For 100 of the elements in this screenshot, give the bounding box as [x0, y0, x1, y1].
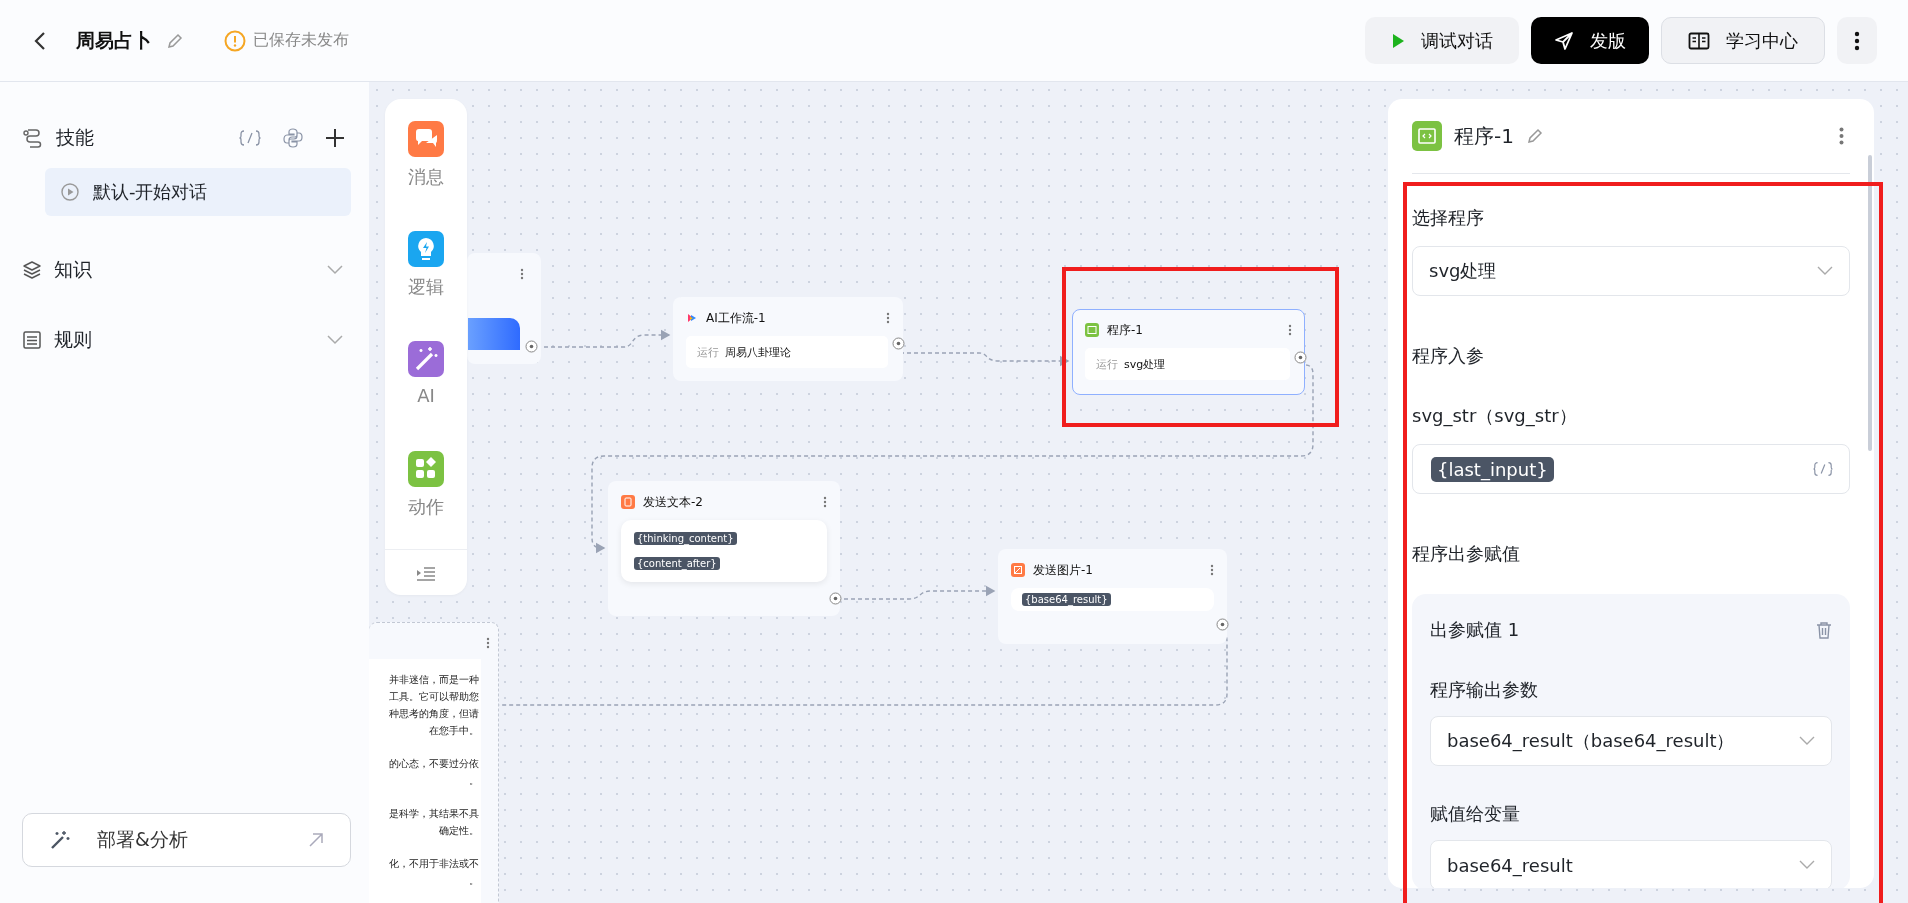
plus-icon[interactable]: [325, 128, 345, 148]
chevron-icon[interactable]: [327, 265, 343, 275]
code-icon[interactable]: [1813, 461, 1833, 477]
chat-icon: [408, 121, 444, 157]
book-icon: [1688, 31, 1710, 50]
chevron-icon: [1799, 736, 1815, 746]
port-icon[interactable]: [1216, 618, 1229, 631]
code-icon[interactable]: [239, 130, 261, 146]
palette-item[interactable]: 消息: [408, 121, 444, 231]
node-title: 程序-1: [1107, 321, 1143, 339]
variable-tag: {base64_result}: [1022, 593, 1111, 606]
message-text: 并非迷信，而是一种: [389, 673, 479, 687]
kebab-icon[interactable]: [486, 637, 490, 649]
message-text: 的心态，不要过分依: [389, 757, 479, 771]
kebab-icon[interactable]: [886, 312, 890, 324]
port-icon[interactable]: [892, 337, 905, 350]
field-label: svg_str（svg_str）: [1412, 404, 1578, 428]
message-text: 是科学，其结果不具: [389, 807, 479, 821]
section-heading: 程序出参赋值: [1412, 542, 1521, 566]
field-label: 程序输出参数: [1430, 678, 1539, 702]
variable-select[interactable]: base64_result: [1430, 840, 1832, 888]
flow-node[interactable]: 并非迷信，而是一种 工具。它可以帮助您 种思考的角度，但请 在您手中。 的心态，不要过分依 。 是科学，其结果不具 确定性。 化，不用于非法或不 。: [369, 622, 499, 903]
send-icon: [1554, 30, 1574, 51]
grid-icon: [408, 451, 444, 487]
run-target: svg处理: [1124, 356, 1166, 372]
app-title: 周易占卜: [76, 27, 152, 53]
pencil-icon[interactable]: [166, 31, 184, 50]
node-title: AI工作流-1: [706, 309, 766, 327]
node-title: 发送文本-2: [643, 493, 703, 511]
back-icon[interactable]: [34, 30, 46, 51]
chevron-icon: [1799, 860, 1815, 870]
kebab-icon[interactable]: [823, 496, 827, 508]
palette-item[interactable]: 逻辑: [408, 231, 444, 341]
program-select[interactable]: svg处理: [1412, 246, 1850, 296]
message-text: 。: [469, 774, 479, 788]
output-param-select[interactable]: base64_result（base64_result）: [1430, 716, 1832, 766]
skill-icon: [22, 128, 44, 148]
kebab-icon: [1854, 30, 1860, 51]
kebab-icon[interactable]: [1839, 127, 1844, 145]
flow-node[interactable]: [467, 253, 541, 364]
section-title[interactable]: 技能: [56, 125, 94, 151]
publish-button[interactable]: 发版: [1531, 17, 1649, 64]
play-icon: [1391, 32, 1405, 49]
variable-tag: {last_input}: [1431, 456, 1554, 482]
bulb-icon: [408, 231, 444, 267]
variable-tag: {content_after}: [634, 557, 720, 570]
node-bar: [468, 318, 520, 350]
run-label: 运行: [697, 344, 719, 360]
chevron-icon: [1817, 266, 1833, 276]
flow-node[interactable]: 程序-1 运行 svg处理: [1072, 309, 1305, 395]
port-icon[interactable]: [1294, 351, 1307, 364]
run-target: 周易八卦理论: [725, 344, 791, 360]
message-text: 确定性。: [439, 824, 479, 838]
play-circle-icon: [61, 183, 79, 201]
variable-tag: {thinking_content}: [634, 532, 737, 545]
flow-node[interactable]: 发送图片-1 {base64_result}: [998, 549, 1227, 644]
indent-icon[interactable]: [416, 566, 436, 582]
flow-node[interactable]: AI工作流-1 运行 周易八卦理论: [673, 297, 903, 381]
code-window-icon: [1412, 121, 1442, 151]
flow-node[interactable]: 发送文本-2 {thinking_content} {content_after}: [608, 481, 840, 616]
magic-wand-icon: [49, 829, 71, 851]
debug-button[interactable]: 调试对话: [1365, 17, 1519, 64]
kebab-icon[interactable]: [520, 268, 524, 280]
panel-title: 程序-1: [1454, 122, 1514, 150]
layers-icon: [22, 260, 42, 280]
trash-icon[interactable]: [1816, 621, 1832, 639]
workflow-icon: [686, 312, 698, 324]
input-field[interactable]: {last_input}: [1412, 444, 1850, 494]
warning-icon: [224, 29, 246, 52]
scrollbar[interactable]: [1868, 155, 1872, 451]
run-label: 运行: [1096, 356, 1118, 372]
message-text: 在您手中。: [429, 724, 479, 738]
kebab-icon[interactable]: [1210, 564, 1214, 576]
field-label: 选择程序: [1412, 206, 1485, 230]
message-text: 种思考的角度，但请: [389, 707, 479, 721]
message-text: 工具。它可以帮助您: [389, 690, 479, 704]
message-text: 。: [469, 874, 479, 888]
python-icon[interactable]: [283, 128, 303, 148]
pencil-icon[interactable]: [1525, 127, 1544, 145]
port-icon[interactable]: [525, 340, 538, 353]
arrow-icon: [308, 832, 324, 848]
deploy-analysis-button[interactable]: 部署&分析: [22, 813, 351, 867]
chevron-icon[interactable]: [327, 335, 343, 345]
kebab-icon[interactable]: [1288, 324, 1292, 336]
learning-center-button[interactable]: 学习中心: [1661, 17, 1825, 64]
document-icon: [621, 495, 635, 509]
skill-item[interactable]: 默认-开始对话: [45, 168, 351, 216]
save-status: 已保存未发布: [253, 30, 349, 51]
section-title[interactable]: 知识: [54, 257, 92, 283]
card-title: 出参赋值 1: [1430, 618, 1520, 642]
magic-wand-icon: [408, 341, 444, 377]
node-title: 发送图片-1: [1033, 561, 1093, 579]
section-heading: 程序入参: [1412, 344, 1485, 368]
palette-item[interactable]: AI: [408, 341, 444, 451]
image-icon: [1011, 563, 1025, 577]
section-title[interactable]: 规则: [54, 327, 92, 353]
palette-item[interactable]: 动作: [408, 451, 444, 561]
field-label: 赋值给变量: [1430, 802, 1521, 826]
port-icon[interactable]: [829, 592, 842, 605]
more-button[interactable]: [1837, 17, 1877, 64]
